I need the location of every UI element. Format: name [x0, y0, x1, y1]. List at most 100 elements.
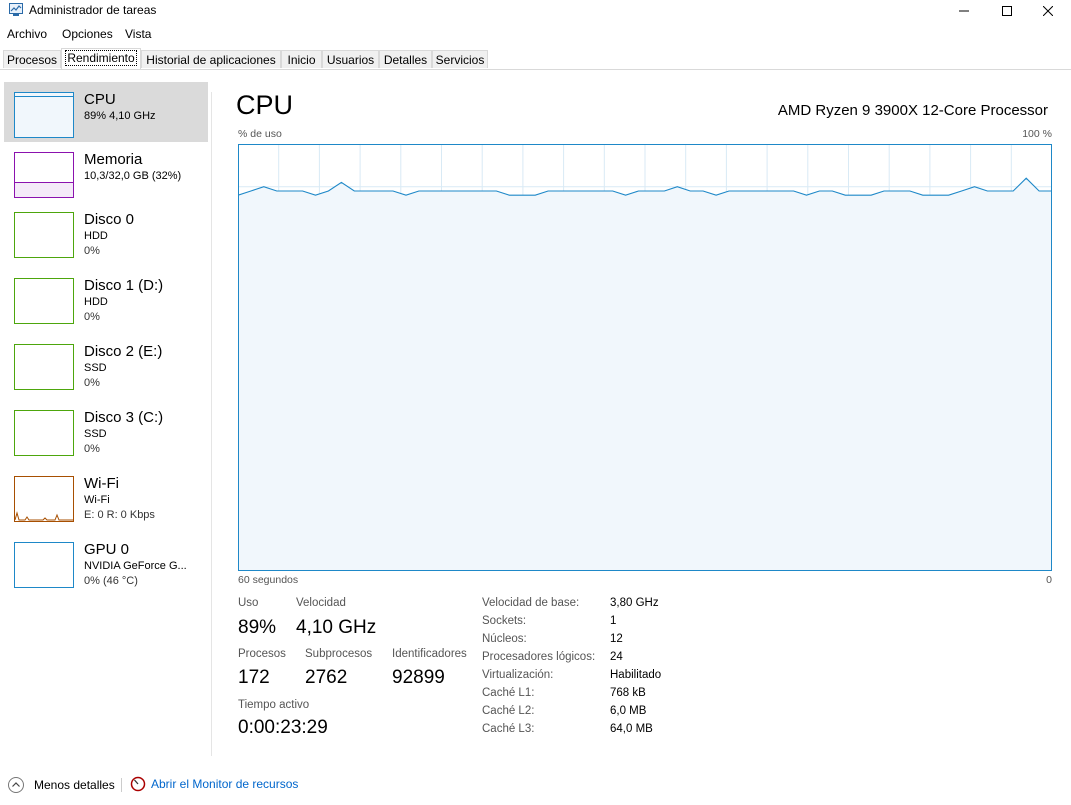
detail-label: Caché L2: [482, 705, 535, 717]
disk-thumbnail [14, 410, 74, 456]
tab-strip: Procesos Rendimiento Historial de aplica… [0, 48, 1071, 70]
chevron-up-icon [8, 777, 24, 793]
sidebar-item-detail: 10,3/32,0 GB (32%) [84, 170, 182, 182]
window-title: Administrador de tareas [29, 3, 157, 17]
menu-opciones[interactable]: Opciones [62, 27, 113, 41]
procesos-value: 172 [238, 667, 270, 688]
uso-value: 89% [238, 617, 277, 638]
detail-value: 3,80 GHz [610, 597, 659, 609]
detail-value: 768 kB [610, 687, 646, 699]
disk-thumbnail [14, 344, 74, 390]
close-button[interactable] [1025, 0, 1071, 22]
task-manager-icon [9, 3, 23, 16]
sidebar-item-name: Disco 0 [84, 211, 135, 228]
cpu-thumbnail [14, 92, 74, 138]
sidebar-item-name: Disco 2 (E:) [84, 343, 163, 360]
tab-label: Historial de aplicaciones [146, 53, 276, 67]
time-axis-label: 60 segundos [238, 574, 299, 586]
detail-label: Velocidad de base: [482, 597, 580, 609]
resource-monitor-link[interactable]: Abrir el Monitor de recursos [130, 776, 298, 792]
tab-underline [0, 69, 1071, 70]
sidebar-item-name: Disco 3 (C:) [84, 409, 164, 426]
tab-detalles[interactable]: Detalles [379, 50, 432, 68]
detail-value: 64,0 MB [610, 723, 653, 735]
tab-procesos[interactable]: Procesos [3, 50, 61, 68]
tab-inicio[interactable]: Inicio [281, 50, 322, 68]
sidebar-item-disco-2[interactable]: Disco 2 (E:) SSD 0% [4, 334, 208, 394]
detail-value: 12 [610, 633, 623, 645]
tab-servicios[interactable]: Servicios [432, 50, 488, 68]
subprocesos-value: 2762 [305, 667, 348, 688]
sidebar-item-value: 0% (46 °C) [84, 575, 138, 587]
tab-label: Procesos [6, 53, 58, 67]
sidebar-item-cpu[interactable]: CPU 89% 4,10 GHz [4, 82, 208, 142]
sidebar-item-disco-3[interactable]: Disco 3 (C:) SSD 0% [4, 400, 208, 460]
tab-usuarios[interactable]: Usuarios [322, 50, 379, 68]
tab-historial[interactable]: Historial de aplicaciones [141, 50, 281, 68]
sidebar-divider [211, 92, 212, 756]
sidebar-item-detail: HDD [84, 296, 108, 308]
tab-rendimiento[interactable]: Rendimiento [61, 48, 141, 69]
detail-value: 6,0 MB [610, 705, 647, 717]
sidebar-item-detail: NVIDIA GeForce G... [84, 560, 187, 572]
sidebar-item-value: 0% [84, 245, 100, 257]
tab-label: Inicio [287, 53, 316, 67]
menu-vista[interactable]: Vista [125, 27, 151, 41]
minimize-button[interactable] [941, 0, 987, 22]
sidebar-item-name: CPU [84, 91, 116, 108]
sidebar-item-disco-1[interactable]: Disco 1 (D:) HDD 0% [4, 268, 208, 328]
sidebar-item-name: GPU 0 [84, 541, 130, 558]
detail-label: Virtualización: [482, 669, 554, 681]
detail-label: Caché L1: [482, 687, 535, 699]
cpu-usage-area [238, 178, 1052, 571]
sidebar-item-value: 0% [84, 311, 100, 323]
performance-sidebar: CPU 89% 4,10 GHz Memoria 10,3/32,0 GB (3… [0, 80, 210, 760]
less-details-label: Menos detalles [34, 778, 115, 792]
disk-thumbnail [14, 278, 74, 324]
close-icon [1043, 6, 1053, 16]
sidebar-item-memoria[interactable]: Memoria 10,3/32,0 GB (32%) [4, 142, 208, 202]
menu-archivo[interactable]: Archivo [7, 27, 47, 41]
detail-value: 1 [610, 615, 617, 627]
max-axis-label: 100 % [1022, 128, 1052, 140]
detail-label: Procesadores lógicos: [482, 651, 596, 663]
less-details-button[interactable]: Menos detalles [7, 776, 115, 794]
sidebar-item-wifi[interactable]: Wi-Fi Wi-Fi E: 0 R: 0 Kbps [4, 466, 208, 526]
resource-monitor-label: Abrir el Monitor de recursos [151, 777, 299, 791]
sidebar-item-disco-0[interactable]: Disco 0 HDD 0% [4, 202, 208, 262]
velocidad-label: Velocidad [296, 597, 346, 609]
zero-axis-label: 0 [1046, 574, 1052, 586]
maximize-icon [1002, 6, 1012, 16]
sidebar-item-value: 0% [84, 443, 100, 455]
title-bar: Administrador de tareas [0, 0, 1071, 22]
tiempo-activo-value: 0:00:23:29 [238, 717, 328, 738]
detail-value: Habilitado [610, 669, 662, 681]
tab-label: Servicios [435, 53, 485, 67]
sidebar-item-value: E: 0 R: 0 Kbps [84, 509, 155, 521]
tab-label: Detalles [383, 53, 428, 67]
sidebar-item-name: Disco 1 (D:) [84, 277, 164, 294]
velocidad-value: 4,10 GHz [296, 617, 377, 638]
cpu-usage-chart [238, 144, 1052, 571]
page-title: CPU [236, 90, 294, 120]
sidebar-item-name: Wi-Fi [84, 475, 119, 492]
wifi-thumbnail [14, 476, 74, 522]
detail-label: Sockets: [482, 615, 527, 627]
sidebar-item-name: Memoria [84, 151, 143, 168]
identificadores-label: Identificadores [392, 648, 467, 660]
detail-label: Caché L3: [482, 723, 535, 735]
sidebar-item-detail: SSD [84, 362, 107, 374]
sidebar-item-detail: Wi-Fi [84, 494, 110, 506]
sidebar-item-gpu-0[interactable]: GPU 0 NVIDIA GeForce G... 0% (46 °C) [4, 532, 208, 592]
detail-label: Núcleos: [482, 633, 527, 645]
maximize-button[interactable] [984, 0, 1030, 22]
sidebar-item-detail: SSD [84, 428, 107, 440]
tab-label: Rendimiento [65, 50, 137, 66]
usage-axis-label: % de uso [238, 128, 282, 140]
processor-name: AMD Ryzen 9 3900X 12-Core Processor [777, 102, 1048, 119]
sidebar-item-detail: 89% 4,10 GHz [84, 110, 156, 122]
footer-divider [121, 778, 122, 792]
detail-value: 24 [610, 651, 623, 663]
memory-thumbnail [14, 152, 74, 198]
disk-thumbnail [14, 212, 74, 258]
